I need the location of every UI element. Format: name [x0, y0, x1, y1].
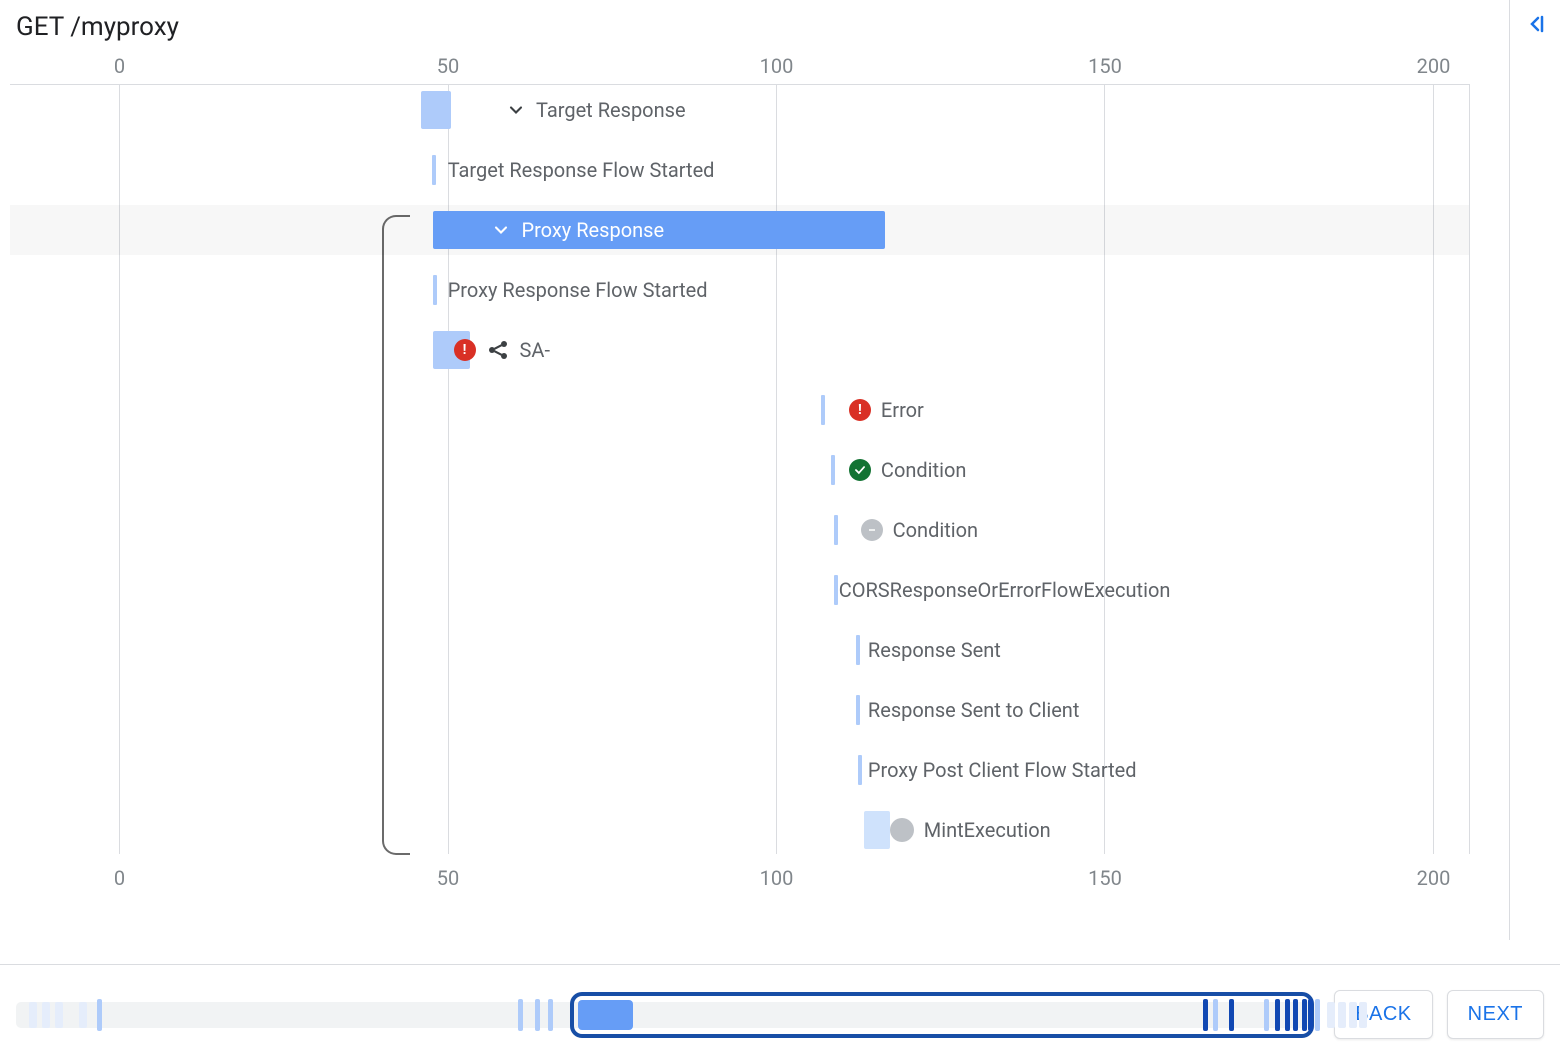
row-label: SA-: [520, 338, 550, 362]
minimap-tick: [29, 1002, 37, 1028]
axis-tick: 50: [437, 54, 459, 78]
axis-bottom: 0 50 100 150 200: [10, 866, 1470, 894]
event-tick: [821, 395, 825, 425]
axis-tick: 200: [1417, 866, 1451, 890]
gantt-row: Condition: [10, 445, 1469, 495]
row-label: MintExecution: [924, 818, 1051, 842]
error-icon: !: [849, 399, 871, 421]
axis-top: 0 50 100 150 200: [10, 54, 1470, 82]
check-icon: [849, 459, 871, 481]
minimap-tick: [1213, 999, 1218, 1031]
gantt-row: Target Response Flow Started: [10, 145, 1469, 195]
gantt-row: Response Sent to Client: [10, 685, 1469, 735]
event-tick: [856, 635, 860, 665]
minimap-tick: [42, 1002, 50, 1028]
gantt-bar[interactable]: [864, 811, 890, 849]
gantt-row: Condition: [10, 505, 1469, 555]
axis-tick: 150: [1088, 54, 1122, 78]
gantt-row[interactable]: Proxy Response: [10, 205, 1469, 255]
gantt-row: MintExecution: [10, 805, 1469, 855]
axis-tick: 0: [114, 866, 125, 890]
row-label: CORSResponseOrErrorFlowExecution: [839, 578, 1171, 602]
policy-icon: [486, 338, 510, 362]
row-label: Condition: [893, 518, 978, 542]
gantt-row: ! Error: [10, 385, 1469, 435]
gantt-row: CORSResponseOrErrorFlowExecution: [10, 565, 1469, 615]
minimap-tick: [1264, 999, 1269, 1031]
minimap-tick: [1275, 999, 1280, 1031]
row-label: Response Sent: [868, 638, 1001, 662]
axis-tick: 200: [1417, 54, 1451, 78]
minimap-tick: [1315, 999, 1320, 1031]
gantt-row[interactable]: Target Response: [10, 85, 1469, 135]
minimap-tick: [1229, 999, 1234, 1031]
gantt-plot: Target Response Target Response Flow Star…: [10, 84, 1470, 854]
row-label: Proxy Response Flow Started: [448, 278, 708, 302]
minimap-tick: [1349, 1002, 1357, 1028]
collapse-panel-icon[interactable]: [1522, 10, 1550, 38]
minimap-tick: [1285, 999, 1290, 1031]
event-tick: [856, 695, 860, 725]
gantt-chart[interactable]: 050100150200 Target ResponseTarget Respo…: [10, 54, 1470, 894]
row-label: Condition: [881, 458, 966, 482]
footer-nav: BACK NEXT: [0, 964, 1560, 1064]
chevron-down-icon[interactable]: [506, 100, 526, 120]
axis-tick: 150: [1088, 866, 1122, 890]
row-label: Proxy Post Client Flow Started: [868, 758, 1137, 782]
gantt-bar[interactable]: [421, 91, 450, 129]
gantt-row: Proxy Post Client Flow Started: [10, 745, 1469, 795]
axis-tick: 50: [437, 866, 459, 890]
row-label: Error: [881, 398, 924, 422]
row-label: Response Sent to Client: [868, 698, 1080, 722]
error-icon: !: [454, 339, 476, 361]
axis-tick: 100: [760, 866, 794, 890]
minimap-tick: [548, 999, 553, 1031]
event-tick: [858, 755, 862, 785]
event-tick: [834, 515, 838, 545]
gantt-row: Response Sent: [10, 625, 1469, 675]
row-label: Target Response Flow Started: [448, 158, 715, 182]
axis-tick: 0: [114, 54, 125, 78]
row-label: Proxy Response: [521, 218, 664, 242]
minimap-tick: [97, 999, 102, 1031]
minimap-tick: [1308, 999, 1313, 1031]
minimap-tick: [1359, 1002, 1367, 1028]
event-tick: [433, 275, 437, 305]
minimap-tick: [1203, 999, 1208, 1031]
next-button[interactable]: NEXT: [1447, 990, 1544, 1039]
minimap[interactable]: [16, 989, 1320, 1041]
minimap-tick: [1338, 1002, 1346, 1028]
minimap-tick: [518, 999, 523, 1031]
minimap-tick: [535, 999, 540, 1031]
trace-panel: GET /myproxy 0 50 100 150 200 Target Respons…: [0, 0, 1510, 940]
minimap-tick: [55, 1002, 63, 1028]
minimap-tick: [1327, 1002, 1335, 1028]
event-tick: [831, 455, 835, 485]
event-tick: [432, 155, 436, 185]
skip-icon: [890, 818, 914, 842]
gantt-row[interactable]: ! SA-: [10, 325, 1469, 375]
minimap-tick: [79, 1002, 87, 1028]
chevron-down-icon[interactable]: [491, 220, 511, 240]
page-title: GET /myproxy: [10, 0, 1509, 54]
axis-tick: 100: [760, 54, 794, 78]
minimap-tick: [1293, 999, 1298, 1031]
skip-icon: [861, 519, 883, 541]
row-label: Target Response: [536, 98, 686, 122]
minimap-tick: [1302, 999, 1307, 1031]
gantt-row: Proxy Response Flow Started: [10, 265, 1469, 315]
